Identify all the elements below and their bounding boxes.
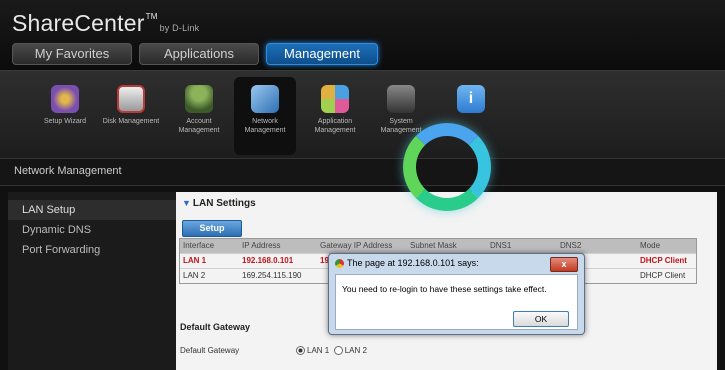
dialog-close-button[interactable]: x [550, 257, 578, 272]
ip-cell: 169.254.115.190 [242, 271, 302, 280]
disk-icon [117, 85, 145, 113]
interface-cell: LAN 1 [183, 256, 207, 265]
lan1-radio-label: LAN 1 [307, 346, 330, 355]
column-header: DNS2 [560, 241, 582, 250]
column-header: Gateway IP Address [320, 241, 393, 250]
lan-settings-title[interactable]: ▼ LAN Settings [182, 198, 256, 209]
dialog-title: The page at 192.168.0.101 says: [335, 258, 479, 269]
lan-settings-label: LAN Settings [192, 198, 256, 209]
icon-label: Network Management [244, 118, 286, 134]
system-icon [387, 85, 415, 113]
icon-label: Account Management [178, 118, 220, 134]
table-header: Interface IP Address Gateway IP Address … [180, 239, 696, 253]
icon-label: Application Management [314, 118, 356, 134]
collapse-arrow-icon: ▼ [182, 198, 191, 208]
lan1-radio[interactable] [296, 346, 305, 356]
logo-tm: TM [145, 12, 158, 21]
info-icon: i [457, 85, 485, 113]
app-grid-icon [321, 85, 349, 113]
account-icon [185, 85, 213, 113]
lan2-radio-label: LAN 2 [344, 346, 367, 355]
setup-wizard-item[interactable]: Setup Wizard [34, 77, 96, 155]
ip-cell: 192.168.0.101 [242, 256, 294, 265]
alert-dialog: The page at 192.168.0.101 says: x You ne… [328, 253, 585, 335]
column-header: IP Address [242, 241, 281, 250]
network-icon [251, 85, 279, 113]
icon-label: Disk Management [102, 118, 160, 125]
setup-button[interactable]: Setup [182, 220, 242, 237]
section-title: Network Management [14, 165, 122, 177]
default-gateway-title: Default Gateway [180, 322, 251, 332]
icon-label: Setup Wizard [43, 118, 87, 125]
wizard-icon [51, 85, 79, 113]
section-header: Network Management [0, 158, 725, 186]
chrome-icon [335, 259, 344, 269]
nav-item-port-forwarding[interactable]: Port Forwarding [8, 240, 180, 260]
nav-item-dynamic-dns[interactable]: Dynamic DNS [8, 220, 180, 240]
column-header: DNS1 [490, 241, 512, 250]
application-management-item[interactable]: Application Management [304, 77, 366, 155]
dialog-message: You need to re-login to have these setti… [342, 284, 547, 294]
tab-applications[interactable]: Applications [139, 43, 259, 65]
network-management-item[interactable]: Network Management [234, 77, 296, 155]
tab-my-favorites[interactable]: My Favorites [12, 43, 132, 65]
account-management-item[interactable]: Account Management [168, 77, 230, 155]
dialog-body: You need to re-login to have these setti… [335, 274, 578, 330]
default-gateway-options: LAN 1 LAN 2 [296, 346, 367, 356]
mode-cell: DHCP Client [640, 271, 686, 280]
tab-management[interactable]: Management [266, 43, 378, 65]
sharecenter-logo: ShareCenterTMby D-Link [12, 10, 199, 37]
logo-byline: by D-Link [159, 23, 200, 33]
dialog-title-text: The page at 192.168.0.101 says: [347, 258, 479, 268]
default-gateway-label: Default Gateway [180, 346, 240, 355]
logo-text: ShareCenter [12, 10, 145, 36]
column-header: Mode [640, 241, 661, 250]
nav-item-lan-setup[interactable]: LAN Setup [8, 200, 180, 220]
column-header: Subnet Mask [410, 241, 457, 250]
disk-management-item[interactable]: Disk Management [100, 77, 162, 155]
management-icon-bar: Setup Wizard Disk Management Account Man… [0, 70, 725, 159]
mode-cell: DHCP Client [640, 256, 687, 265]
ok-button[interactable]: OK [513, 311, 569, 327]
lan2-radio[interactable] [333, 346, 343, 356]
loading-spinner-icon [403, 123, 491, 211]
left-nav: LAN Setup Dynamic DNS Port Forwarding [8, 192, 180, 370]
app-header: ShareCenterTMby D-Link My Favorites Appl… [0, 0, 725, 70]
column-header: Interface [183, 241, 215, 250]
interface-cell: LAN 2 [183, 271, 206, 280]
